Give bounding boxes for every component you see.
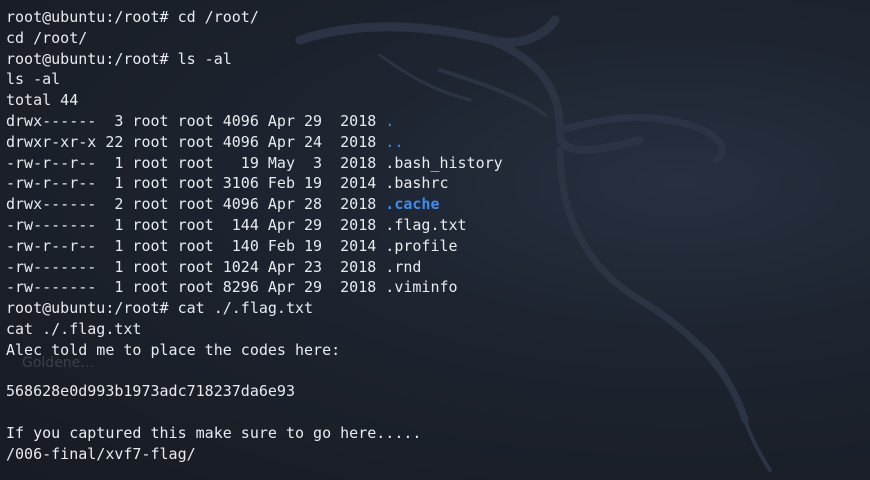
terminal-line: total 44 [6,91,79,110]
terminal-output[interactable]: root@ubuntu:/root# cd /root/cd /root/roo… [6,7,870,465]
terminal-line: If you captured this make sure to go her… [6,423,422,442]
terminal-line: ls -al [6,70,61,89]
terminal-line: cd /root/ [6,28,88,47]
listing-metadata: -rw-r--r-- 1 root root 19 May 3 2018 [6,153,386,172]
directory-name: .. [385,132,404,151]
terminal-line: cat ./.flag.txt [6,319,142,338]
file-name: .rnd [385,257,422,276]
directory-listing-row: -rw------- 1 root root 144 Apr 29 2018 .… [6,215,870,236]
terminal-line: 568628e0d993b1973adc718237da6e93 [6,382,295,401]
file-name: .profile [385,236,458,255]
listing-metadata: -rw-r--r-- 1 root root 140 Feb 19 2014 [6,236,386,255]
directory-listing-row: -rw------- 1 root root 1024 Apr 23 2018 … [6,257,870,278]
terminal-line: Alec told me to place the codes here: [6,340,341,359]
directory-listing-row: -rw-r--r-- 1 root root 140 Feb 19 2014 .… [6,236,870,257]
listing-metadata: -rw------- 1 root root 144 Apr 29 2018 [6,215,386,234]
directory-listing-row: -rw------- 1 root root 8296 Apr 29 2018 … [6,277,870,298]
directory-name: .cache [385,195,440,214]
file-name: .bash_history [385,153,503,172]
listing-metadata: -rw------- 1 root root 1024 Apr 23 2018 [6,257,386,276]
directory-listing-row: drwxr-xr-x 22 root root 4096 Apr 24 2018… [6,132,870,153]
terminal-line: /006-final/xvf7-flag/ [6,444,196,463]
directory-listing-row: drwx------ 3 root root 4096 Apr 29 2018 … [6,111,870,132]
directory-listing-row: drwx------ 2 root root 4096 Apr 28 2018 … [6,194,870,215]
file-name: .viminfo [385,278,458,297]
listing-metadata: drwx------ 2 root root 4096 Apr 28 2018 [6,195,386,214]
file-name: .bashrc [385,174,449,193]
terminal-line: root@ubuntu:/root# ls -al [6,49,232,68]
directory-name: . [385,111,395,130]
file-name: .flag.txt [385,215,467,234]
listing-metadata: drwx------ 3 root root 4096 Apr 29 2018 [6,111,386,130]
directory-listing-row: -rw-r--r-- 1 root root 19 May 3 2018 .ba… [6,153,870,174]
listing-metadata: drwxr-xr-x 22 root root 4096 Apr 24 2018 [6,132,386,151]
listing-metadata: -rw------- 1 root root 8296 Apr 29 2018 [6,278,386,297]
listing-metadata: -rw-r--r-- 1 root root 3106 Feb 19 2014 [6,174,386,193]
terminal-line: root@ubuntu:/root# cd /root/ [6,8,259,26]
directory-listing-row: -rw-r--r-- 1 root root 3106 Feb 19 2014 … [6,173,870,194]
terminal-line: root@ubuntu:/root# cat ./.flag.txt [6,299,314,318]
